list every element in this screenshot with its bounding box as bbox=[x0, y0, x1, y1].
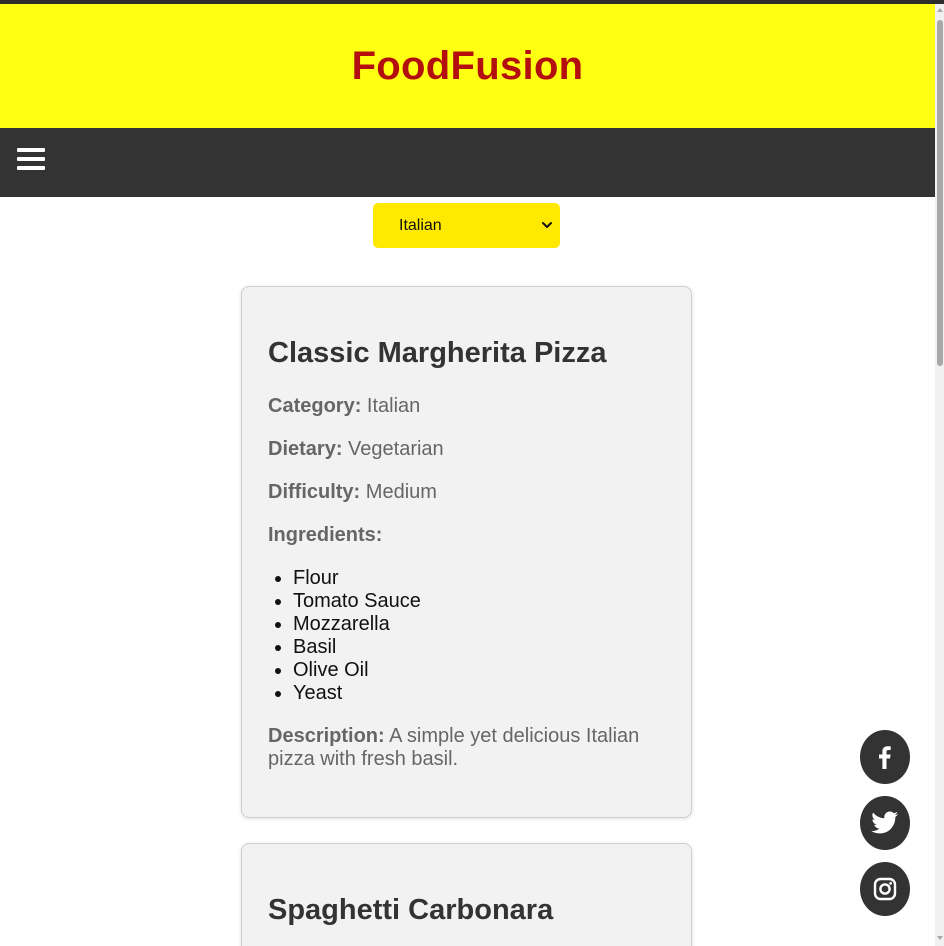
recipe-ingredients-heading: Ingredients: bbox=[268, 524, 382, 547]
ingredient-item: Olive Oil bbox=[293, 659, 421, 682]
chevron-down-icon bbox=[542, 222, 552, 228]
site-title: FoodFusion bbox=[351, 43, 584, 88]
hamburger-menu-icon[interactable] bbox=[17, 148, 45, 174]
ingredients-list: Flour Tomato Sauce Mozzarella Basil Oliv… bbox=[267, 567, 421, 705]
facebook-icon bbox=[879, 746, 891, 769]
ingredients-label: Ingredients: bbox=[268, 524, 383, 546]
recipe-dietary: Dietary: Vegetarian bbox=[268, 438, 444, 461]
ingredient-item: Tomato Sauce bbox=[293, 590, 421, 613]
twitter-button[interactable] bbox=[860, 796, 910, 850]
category-filter[interactable]: Italian bbox=[373, 203, 560, 248]
twitter-icon bbox=[871, 811, 898, 834]
recipe-card: Classic Margherita Pizza Category: Itali… bbox=[241, 286, 692, 818]
category-label: Category: bbox=[268, 395, 362, 417]
recipe-title: Spaghetti Carbonara bbox=[268, 894, 554, 926]
recipe-category: Category: Italian bbox=[268, 395, 420, 418]
ingredient-item: Flour bbox=[293, 567, 421, 590]
ingredient-item: Mozzarella bbox=[293, 613, 421, 636]
instagram-icon bbox=[873, 877, 897, 901]
instagram-button[interactable] bbox=[860, 862, 910, 916]
scroll-up-arrow-icon[interactable] bbox=[936, 6, 944, 14]
navbar bbox=[0, 128, 935, 197]
description-label: Description: bbox=[268, 725, 385, 747]
recipe-difficulty: Difficulty: Medium bbox=[268, 481, 437, 504]
difficulty-label: Difficulty: bbox=[268, 481, 361, 503]
difficulty-value: Medium bbox=[365, 481, 437, 503]
dietary-label: Dietary: bbox=[268, 438, 343, 460]
ingredient-item: Yeast bbox=[293, 682, 421, 705]
recipe-description: Description: A simple yet delicious Ital… bbox=[268, 725, 668, 771]
scrollbar-thumb[interactable] bbox=[937, 20, 943, 366]
category-value: Italian bbox=[366, 395, 421, 417]
recipe-title: Classic Margherita Pizza bbox=[268, 337, 607, 369]
site-header: FoodFusion bbox=[0, 4, 935, 128]
category-select[interactable]: Italian bbox=[373, 203, 560, 248]
page-scrollbar[interactable] bbox=[935, 4, 944, 946]
facebook-button[interactable] bbox=[860, 730, 910, 784]
ingredient-item: Basil bbox=[293, 636, 421, 659]
category-select-value: Italian bbox=[399, 216, 442, 234]
scroll-down-arrow-icon[interactable] bbox=[936, 934, 944, 942]
recipe-card: Spaghetti Carbonara bbox=[241, 843, 692, 946]
dietary-value: Vegetarian bbox=[348, 438, 444, 460]
